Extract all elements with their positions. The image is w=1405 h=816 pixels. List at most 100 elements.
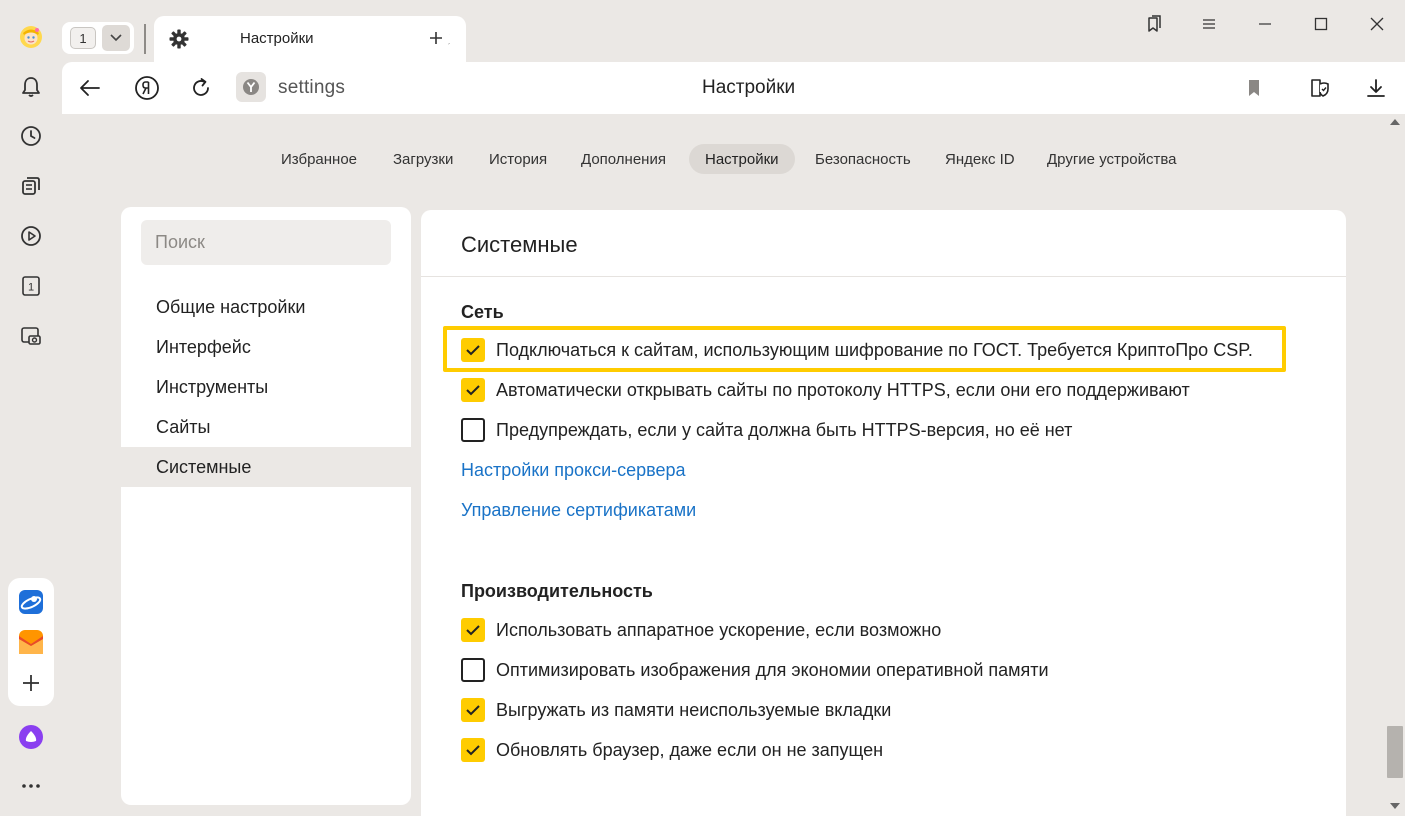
scroll-down-arrow-icon[interactable] xyxy=(1390,802,1400,810)
tab-security[interactable]: Безопасность xyxy=(799,144,927,174)
screenshot-button[interactable] xyxy=(12,317,50,355)
bookmark-button[interactable] xyxy=(1238,72,1270,104)
url-text[interactable]: settings xyxy=(278,77,345,99)
more-button[interactable] xyxy=(12,767,50,805)
tab-settings[interactable]: Настройки xyxy=(689,144,795,174)
alice-button[interactable] xyxy=(12,718,50,756)
settings-menu: Общие настройки Интерфейс Инструменты Са… xyxy=(121,207,411,805)
menu-item-general[interactable]: Общие настройки xyxy=(121,287,411,327)
menu-item-tools[interactable]: Инструменты xyxy=(121,367,411,407)
settings-search-input[interactable] xyxy=(141,220,391,265)
checkmark-icon xyxy=(466,625,480,636)
protect-button[interactable] xyxy=(1304,72,1336,104)
page-scrollbar[interactable] xyxy=(1385,114,1405,816)
yandex-button[interactable] xyxy=(131,72,163,104)
downloads-button[interactable] xyxy=(1360,72,1392,104)
site-info-badge[interactable] xyxy=(236,72,266,102)
tab-history[interactable]: История xyxy=(473,144,563,174)
yandex-logo-icon xyxy=(135,76,159,100)
proxy-settings-link[interactable]: Настройки прокси-сервера xyxy=(461,460,686,481)
performance-group-title: Производительность xyxy=(461,581,653,601)
checkbox-checked[interactable] xyxy=(461,338,485,362)
tab-other-devices[interactable]: Другие устройства xyxy=(1031,144,1192,174)
arrow-left-icon xyxy=(80,80,100,96)
alice-icon xyxy=(19,725,43,749)
tab-yandex-id[interactable]: Яндекс ID xyxy=(929,144,1031,174)
protect-shield-icon xyxy=(1311,79,1329,97)
scroll-up-arrow-icon[interactable] xyxy=(1390,118,1400,126)
download-icon xyxy=(1367,79,1385,97)
checkbox-checked[interactable] xyxy=(461,738,485,762)
collections-button[interactable] xyxy=(12,167,50,205)
new-tab-button[interactable] xyxy=(422,24,450,52)
option-https-warning[interactable]: Предупреждать, если у сайта должна быть … xyxy=(461,417,1072,443)
menu-button[interactable] xyxy=(1181,10,1237,38)
checkbox-unchecked[interactable] xyxy=(461,418,485,442)
option-gost-encryption[interactable]: Подключаться к сайтам, использующим шифр… xyxy=(461,337,1253,363)
back-button[interactable] xyxy=(74,72,106,104)
history-button[interactable] xyxy=(12,117,50,155)
play-icon xyxy=(21,226,41,246)
reload-icon xyxy=(193,78,209,96)
tab-list-dropdown[interactable] xyxy=(102,25,130,51)
option-optimize-images[interactable]: Оптимизировать изображения для экономии … xyxy=(461,657,1049,683)
tab-downloads[interactable]: Загрузки xyxy=(377,144,469,174)
option-label: Оптимизировать изображения для экономии … xyxy=(496,659,1049,680)
checkmark-icon xyxy=(466,345,480,356)
screenshot-icon xyxy=(21,327,41,345)
option-auto-https[interactable]: Автоматически открывать сайты по протоко… xyxy=(461,377,1190,403)
bookmark-icon xyxy=(1249,80,1259,96)
media-button[interactable] xyxy=(12,217,50,255)
yandex-browser-app-icon xyxy=(19,590,43,614)
bookmarks-panel-button[interactable] xyxy=(1125,10,1181,38)
active-tab[interactable]: Настройки xyxy=(154,16,466,62)
menu-item-sites[interactable]: Сайты xyxy=(121,407,411,447)
tab-number-icon: 1 xyxy=(22,276,40,296)
option-label: Автоматически открывать сайты по протоко… xyxy=(496,379,1190,400)
scrollbar-thumb[interactable] xyxy=(1387,726,1403,778)
settings-content: Избранное Загрузки История Дополнения На… xyxy=(62,114,1385,816)
window-controls xyxy=(1125,10,1405,38)
option-label: Предупреждать, если у сайта должна быть … xyxy=(496,419,1073,440)
profile-avatar[interactable] xyxy=(12,18,50,56)
collections-icon xyxy=(22,177,40,195)
checkmark-icon xyxy=(466,745,480,756)
clock-icon xyxy=(21,126,41,146)
minimize-button[interactable] xyxy=(1237,10,1293,38)
side-panel: 1 xyxy=(0,0,62,816)
section-divider xyxy=(421,276,1346,277)
option-hardware-acceleration[interactable]: Использовать аппаратное ускорение, если … xyxy=(461,617,941,643)
checkbox-checked[interactable] xyxy=(461,698,485,722)
gear-icon xyxy=(169,29,189,49)
close-window-button[interactable] xyxy=(1349,10,1405,38)
checkbox-checked[interactable] xyxy=(461,378,485,402)
tab-extensions[interactable]: Дополнения xyxy=(565,144,682,174)
tab-count: 1 xyxy=(70,27,96,49)
notifications-button[interactable] xyxy=(12,68,50,106)
more-icon xyxy=(22,784,40,788)
option-unload-tabs[interactable]: Выгружать из памяти неиспользуемые вклад… xyxy=(461,697,891,723)
checkmark-icon xyxy=(466,705,480,716)
checkbox-unchecked[interactable] xyxy=(461,658,485,682)
tab-favorites[interactable]: Избранное xyxy=(265,144,373,174)
mail-app-icon xyxy=(19,630,43,654)
tab-counter[interactable]: 1 xyxy=(62,22,134,54)
address-page-title: Настройки xyxy=(702,77,796,98)
checkbox-checked[interactable] xyxy=(461,618,485,642)
maximize-button[interactable] xyxy=(1293,10,1349,38)
menu-item-interface[interactable]: Интерфейс xyxy=(121,327,411,367)
tab-number-button[interactable]: 1 xyxy=(12,267,50,305)
reload-button[interactable] xyxy=(185,72,217,104)
yandex-browser-app-button[interactable] xyxy=(12,583,50,621)
mail-app-button[interactable] xyxy=(12,623,50,661)
option-label: Подключаться к сайтам, использующим шифр… xyxy=(496,339,1253,360)
address-bar: settings Настройки xyxy=(62,62,1405,114)
menu-item-system[interactable]: Системные xyxy=(121,447,411,487)
plus-icon xyxy=(430,32,442,44)
option-background-update[interactable]: Обновлять браузер, даже если он не запущ… xyxy=(461,737,883,763)
option-label: Использовать аппаратное ускорение, если … xyxy=(496,619,942,640)
add-app-button[interactable] xyxy=(12,664,50,702)
network-group-title: Сеть xyxy=(461,302,504,322)
certificates-link[interactable]: Управление сертификатами xyxy=(461,500,696,521)
title-bar: 1 Настройки xyxy=(62,0,1405,62)
